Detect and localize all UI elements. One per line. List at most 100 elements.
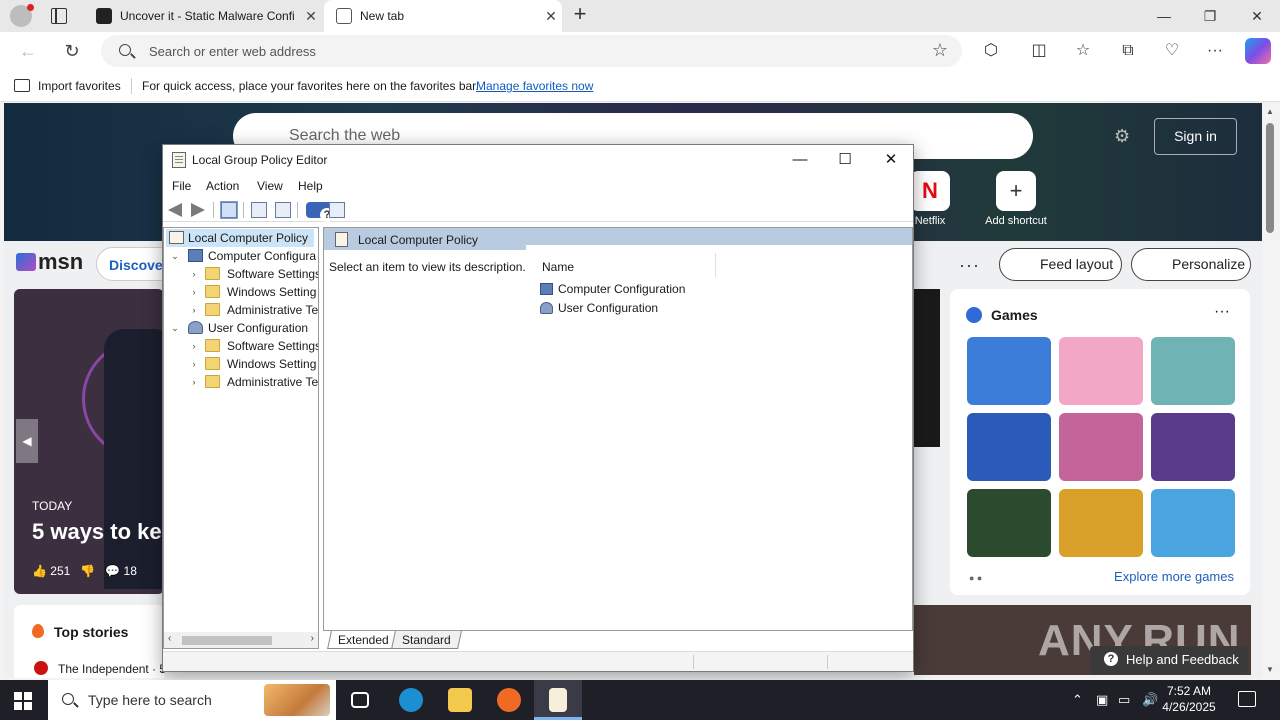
copilot-icon[interactable] [1245, 38, 1271, 64]
manage-favorites-link[interactable]: Manage favorites now [476, 79, 593, 93]
feed-layout-button[interactable]: Feed layout [999, 248, 1122, 281]
favorites-icon[interactable]: ☆ [1071, 39, 1095, 63]
network-icon[interactable]: ▭ [1118, 692, 1130, 708]
msn-logo[interactable]: msn [16, 249, 83, 275]
add-shortcut[interactable]: + Add shortcut [980, 171, 1052, 227]
taskbar-firefox[interactable] [484, 680, 532, 720]
taskbar-search-box[interactable]: Type here to search [48, 680, 336, 720]
gpe-titlebar[interactable]: Local Group Policy Editor — ☐ ✕ [163, 145, 913, 175]
device-icon[interactable]: ▣ [1096, 692, 1108, 708]
tab-standard[interactable]: Standard [391, 631, 462, 649]
explore-games-link[interactable]: Explore more games [1114, 569, 1234, 584]
taskbar-file-explorer[interactable] [435, 680, 483, 720]
scroll-right-icon[interactable]: › [311, 633, 314, 644]
game-tile[interactable] [1059, 489, 1143, 557]
extensions-icon[interactable]: ⬡ [979, 39, 1003, 63]
scroll-up-icon[interactable]: ▲ [1266, 107, 1274, 116]
sign-in-button[interactable]: Sign in [1154, 118, 1237, 155]
feed-more-icon[interactable]: ··· [959, 255, 980, 276]
tab-extended[interactable]: Extended [327, 631, 400, 649]
tree-node-computer-configuration[interactable]: ⌄ Computer Configura [170, 247, 318, 265]
page-scrollbar[interactable]: ▲ ▼ [1262, 103, 1280, 678]
performance-icon[interactable]: ♡ [1160, 39, 1184, 63]
game-tile[interactable] [1151, 337, 1235, 405]
show-hidden-icons-icon[interactable]: ⌃ [1072, 692, 1083, 708]
tree-node-administrative-templates[interactable]: › Administrative Te [189, 301, 318, 319]
games-more-icon[interactable]: ··· [1214, 303, 1230, 321]
collections-icon[interactable]: ⧉ [1116, 39, 1140, 63]
new-tab-button[interactable]: + [568, 3, 592, 27]
properties-icon[interactable] [251, 202, 267, 218]
forward-arrow-icon[interactable] [191, 203, 205, 217]
tab-close-icon[interactable]: ✕ [300, 8, 322, 25]
show-hide-tree-icon[interactable] [220, 201, 238, 219]
tree-node-software-settings[interactable]: › Software Settings [189, 265, 318, 283]
expand-chevron-icon[interactable]: › [189, 355, 199, 373]
tab-new-tab[interactable]: New tab ✕ [324, 0, 562, 32]
tree-node-software-settings[interactable]: › Software Settings [189, 337, 318, 355]
more-icon[interactable]: ··· [1203, 39, 1227, 63]
import-favorites-button[interactable]: Import favorites [38, 79, 121, 93]
help-feedback-button[interactable]: Help and Feedback [1090, 646, 1248, 674]
back-arrow-icon[interactable] [168, 203, 182, 217]
split-screen-icon[interactable]: ◫ [1027, 39, 1051, 63]
featured-story-card[interactable]: ◀ TODAY 5 ways to ke 👍 251 👎 💬 18 [14, 289, 164, 594]
menu-help[interactable]: Help [298, 179, 323, 193]
tab-actions-icon[interactable] [51, 8, 67, 24]
volume-icon[interactable]: 🔊 [1142, 692, 1158, 708]
tree-node-windows-settings[interactable]: › Windows Setting [189, 283, 318, 301]
menu-action[interactable]: Action [206, 179, 239, 193]
back-icon[interactable]: ← [16, 39, 40, 63]
story-image[interactable] [914, 289, 940, 447]
game-tile[interactable] [1151, 413, 1235, 481]
close-button[interactable]: ✕ [868, 145, 914, 175]
profile-avatar[interactable] [10, 4, 34, 27]
tree-node-local-computer-policy[interactable]: Local Computer Policy [166, 229, 314, 247]
scroll-thumb[interactable] [1266, 123, 1274, 233]
top-stories-card[interactable]: Top stories The Independent · 5 [14, 605, 166, 678]
personalize-button[interactable]: Personalize [1131, 248, 1251, 281]
expand-chevron-icon[interactable]: › [189, 301, 199, 319]
game-tile[interactable] [967, 337, 1051, 405]
collapse-chevron-icon[interactable]: ⌄ [170, 319, 180, 337]
game-tile[interactable] [1059, 413, 1143, 481]
favorite-star-icon[interactable]: ☆ [932, 40, 948, 61]
minimize-button[interactable]: — [777, 145, 823, 175]
scroll-left-icon[interactable]: ‹ [168, 633, 171, 644]
tab-uncover-it[interactable]: Uncover it - Static Malware Confi ✕ [84, 0, 322, 32]
expand-chevron-icon[interactable]: › [189, 337, 199, 355]
refresh-icon[interactable]: ↻ [60, 39, 84, 63]
tree-node-user-configuration[interactable]: ⌄ User Configuration [170, 319, 318, 337]
browser-restore-button[interactable]: ❐ [1187, 0, 1233, 32]
game-tile[interactable] [967, 413, 1051, 481]
menu-file[interactable]: File [172, 179, 191, 193]
taskbar-clock[interactable]: 7:52 AM 4/26/2025 [1160, 683, 1218, 715]
taskbar-edge[interactable] [386, 680, 434, 720]
game-tile[interactable] [1059, 337, 1143, 405]
menu-view[interactable]: View [257, 179, 283, 193]
scroll-down-icon[interactable]: ▼ [1266, 665, 1274, 674]
shortcut-netflix[interactable]: N Netflix [910, 171, 950, 227]
task-view-button[interactable] [336, 680, 384, 720]
expand-chevron-icon[interactable]: › [189, 283, 199, 301]
column-header-name[interactable]: Name [540, 253, 716, 277]
console-view-icon[interactable] [329, 202, 345, 218]
search-highlight-image[interactable] [264, 684, 330, 716]
tree-node-administrative-templates[interactable]: › Administrative Te [189, 373, 318, 391]
settings-gear-icon[interactable]: ⚙ [1114, 126, 1130, 147]
tab-close-icon[interactable]: ✕ [540, 8, 562, 25]
address-bar[interactable]: Search or enter web address ☆ [101, 35, 962, 67]
browser-minimize-button[interactable]: — [1141, 0, 1187, 32]
start-windows-icon[interactable] [14, 692, 32, 710]
game-tile[interactable] [1151, 489, 1235, 557]
tree-horizontal-scrollbar[interactable]: ‹ › [164, 632, 318, 648]
notifications-icon[interactable] [1238, 691, 1256, 707]
expand-chevron-icon[interactable]: › [189, 373, 199, 391]
maximize-button[interactable]: ☐ [822, 145, 868, 175]
collapse-chevron-icon[interactable]: ⌄ [170, 247, 180, 265]
carousel-prev-icon[interactable]: ◀ [16, 419, 38, 463]
export-list-icon[interactable] [275, 202, 291, 218]
expand-chevron-icon[interactable]: › [189, 265, 199, 283]
browser-close-button[interactable]: ✕ [1234, 0, 1280, 32]
game-tile[interactable] [967, 489, 1051, 557]
